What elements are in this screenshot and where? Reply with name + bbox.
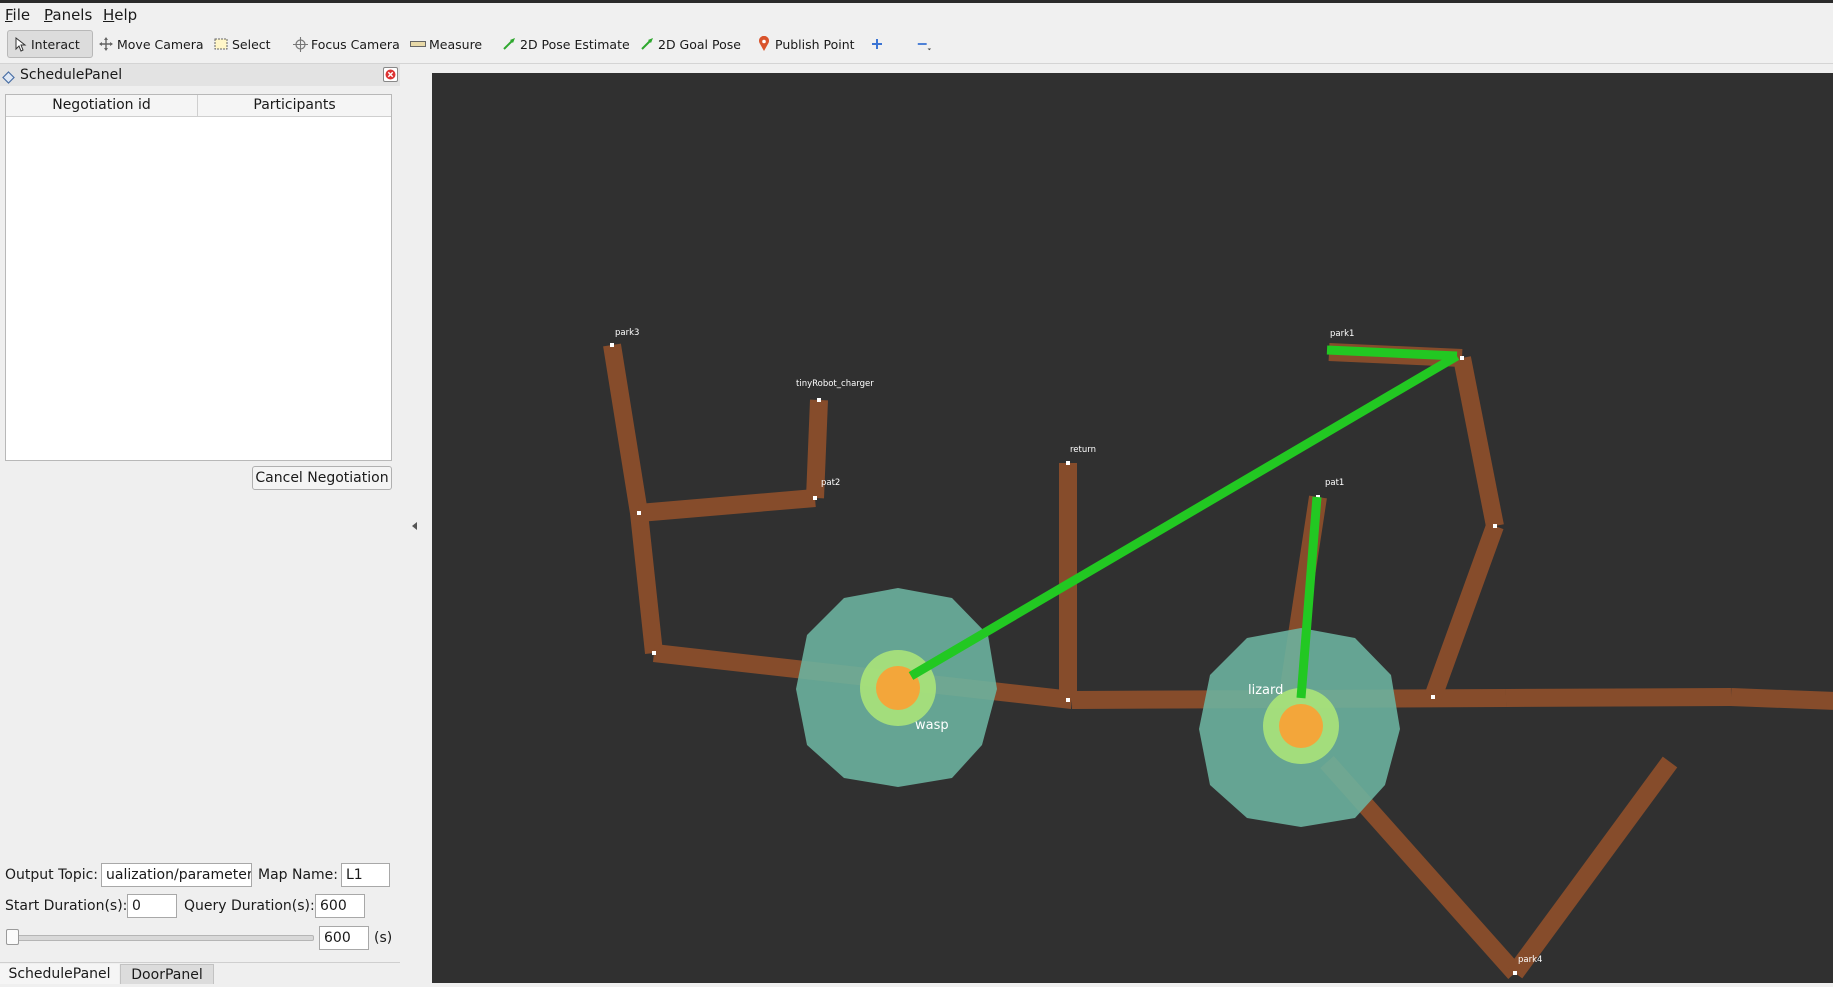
negotiation-table-header: Negotiation id Participants [6, 95, 391, 117]
waypoint-marker [637, 511, 641, 515]
panel-diamond-icon [2, 69, 15, 91]
lizard-core [1279, 704, 1323, 748]
waypoint-marker [652, 651, 656, 655]
rviz-3d-viewport[interactable]: park3 tinyRobot_charger pat2 return park… [432, 73, 1833, 983]
measure-tool[interactable]: Measure [406, 30, 486, 58]
select-tool-label: Select [232, 36, 271, 52]
move-camera-tool[interactable]: Move Camera [94, 30, 208, 58]
start-duration-label: Start Duration(s): [5, 898, 128, 914]
waypoint-label-pat2: pat2 [821, 478, 840, 488]
output-topic-field[interactable]: ualization/parameters [101, 863, 252, 887]
menu-bar: File Panels Help [0, 0, 1833, 25]
green-arrow-icon [639, 36, 655, 52]
tab-schedulepanel[interactable]: SchedulePanel [0, 964, 119, 984]
waypoint-labels: park3 tinyRobot_charger pat2 return park… [615, 328, 1542, 965]
waypoint-label-pat1: pat1 [1325, 478, 1344, 488]
publish-point-tool-label: Publish Point [775, 36, 855, 52]
move-icon [98, 36, 114, 52]
publish-point-tool[interactable]: Publish Point [752, 30, 859, 58]
column-header-participants[interactable]: Participants [198, 95, 391, 116]
waypoint-marker [1066, 698, 1070, 702]
waypoint-marker [610, 343, 614, 347]
menu-help[interactable]: Help [103, 6, 137, 24]
cursor-icon [12, 36, 28, 52]
robot-label-wasp: wasp [915, 718, 949, 733]
green-arrow-icon [501, 36, 517, 52]
2d-goal-pose-tool-label: 2D Goal Pose [658, 36, 741, 52]
panel-tab-bar: SchedulePanel DoorPanel [0, 962, 400, 984]
wasp-path-segment [908, 352, 1460, 680]
schedule-panel-title: SchedulePanel [20, 67, 123, 83]
schedule-panel-titlebar: SchedulePanel [0, 64, 400, 86]
ruler-icon [410, 36, 426, 52]
waypoint-label-park4: park4 [1518, 955, 1542, 965]
lane [1424, 522, 1504, 701]
map-canvas: park3 tinyRobot_charger pat2 return park… [603, 328, 1833, 979]
lane [1507, 756, 1678, 979]
interact-tool-label: Interact [31, 36, 80, 52]
2d-pose-estimate-tool[interactable]: 2D Pose Estimate [497, 30, 634, 58]
lane [630, 512, 663, 654]
2d-pose-estimate-tool-label: 2D Pose Estimate [520, 36, 630, 52]
lane [638, 489, 816, 522]
focus-camera-tool-label: Focus Camera [311, 36, 400, 52]
toolbar: Interact Move Camera Select Focus Camera… [0, 25, 1833, 64]
duration-slider[interactable] [12, 935, 314, 941]
map-name-field[interactable]: L1 [341, 863, 390, 887]
close-icon [385, 69, 396, 80]
waypoint-marker [1431, 695, 1435, 699]
waypoint-label-return: return [1070, 445, 1096, 455]
waypoint-marker [1513, 971, 1517, 975]
move-camera-tool-label: Move Camera [117, 36, 204, 52]
minus-icon [916, 36, 932, 52]
output-topic-label: Output Topic: [5, 867, 99, 883]
map-pin-icon [756, 36, 772, 52]
robot-label-lizard: lizard [1248, 683, 1283, 698]
waypoint-label-tinyrobot-charger: tinyRobot_charger [796, 379, 874, 389]
select-box-icon [213, 36, 229, 52]
add-tool-button[interactable] [866, 30, 888, 58]
waypoint-label-park1: park1 [1330, 329, 1354, 339]
slider-unit-label: (s) [374, 930, 393, 946]
robot-lizard[interactable]: lizard [1199, 628, 1400, 827]
lane [1730, 688, 1833, 710]
menu-panels[interactable]: Panels [44, 6, 92, 24]
query-duration-label: Query Duration(s): [184, 898, 315, 914]
waypoint-marker [817, 398, 821, 402]
lane [603, 343, 648, 515]
wasp-path-segment [1326, 345, 1458, 361]
planned-paths [908, 345, 1460, 699]
lane [1505, 688, 1732, 707]
select-tool[interactable]: Select [209, 30, 275, 58]
remove-tool-button[interactable] [912, 30, 938, 58]
plus-icon [870, 36, 884, 52]
lane [806, 399, 828, 499]
lane-network [603, 343, 1833, 979]
waypoint-marker [1066, 461, 1070, 465]
robot-wasp[interactable]: wasp [796, 588, 997, 787]
crosshair-icon [292, 36, 308, 52]
map-name-label: Map Name: [258, 867, 339, 883]
waypoint-marker [1460, 356, 1464, 360]
2d-goal-pose-tool[interactable]: 2D Goal Pose [635, 30, 745, 58]
splitter-collapse-arrow-icon[interactable] [412, 522, 417, 530]
tab-doorpanel[interactable]: DoorPanel [120, 964, 214, 984]
focus-camera-tool[interactable]: Focus Camera [288, 30, 404, 58]
cancel-negotiation-button[interactable]: Cancel Negotiation [252, 466, 392, 490]
column-header-negotiation-id[interactable]: Negotiation id [6, 95, 198, 116]
waypoint-marker [813, 496, 817, 500]
measure-tool-label: Measure [429, 36, 483, 52]
query-duration-field[interactable]: 600 [315, 894, 365, 918]
panel-close-button[interactable] [383, 67, 398, 82]
duration-slider-handle[interactable] [6, 929, 19, 945]
start-duration-field[interactable]: 0 [127, 894, 177, 918]
slider-value-field[interactable]: 600 [319, 926, 369, 950]
waypoint-label-park3: park3 [615, 328, 639, 338]
interact-tool[interactable]: Interact [7, 30, 93, 58]
waypoint-marker [1493, 524, 1497, 528]
negotiation-table[interactable]: Negotiation id Participants [5, 94, 392, 461]
lane [1453, 356, 1504, 528]
menu-file[interactable]: File [5, 6, 30, 24]
